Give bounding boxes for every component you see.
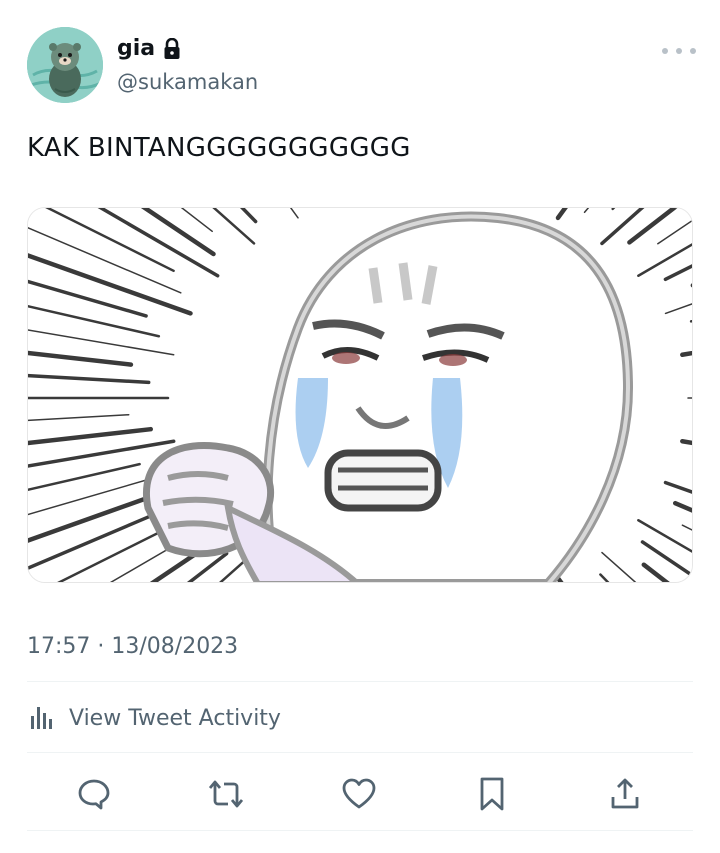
- author-handle[interactable]: @sukamakan: [117, 70, 258, 94]
- lock-icon: [163, 37, 181, 60]
- divider: [27, 752, 693, 753]
- retweet-icon: [208, 780, 244, 808]
- share-button[interactable]: [605, 770, 645, 818]
- dot-icon: [662, 48, 668, 54]
- tweet-timestamp[interactable]: 17:57 · 13/08/2023: [27, 634, 238, 659]
- more-options-icon[interactable]: [662, 42, 696, 60]
- heart-icon: [342, 778, 376, 809]
- tweet-action-bar: [0, 770, 720, 818]
- divider: [27, 830, 693, 831]
- dot-icon: [676, 48, 682, 54]
- bookmark-button[interactable]: [472, 770, 512, 818]
- bookmark-icon: [480, 777, 504, 811]
- speech-bubble-icon: [78, 779, 110, 810]
- dot-icon: [690, 48, 696, 54]
- reply-button[interactable]: [74, 770, 114, 818]
- crying-meme-face-image: [28, 208, 692, 582]
- otter-avatar-icon: [27, 27, 103, 103]
- retweet-button[interactable]: [206, 770, 246, 818]
- bar-chart-icon: [27, 702, 57, 735]
- author-name-row[interactable]: gia: [117, 36, 181, 61]
- view-tweet-activity-label[interactable]: View Tweet Activity: [69, 706, 281, 731]
- share-icon: [611, 778, 639, 809]
- avatar[interactable]: [27, 27, 103, 103]
- like-button[interactable]: [339, 770, 379, 818]
- display-name[interactable]: gia: [117, 36, 155, 61]
- divider: [27, 681, 693, 682]
- tweet-text: KAK BINTANGGGGGGGGGGG: [27, 133, 411, 163]
- tweet-media[interactable]: [27, 207, 693, 583]
- view-tweet-activity-link[interactable]: View Tweet Activity: [27, 702, 281, 735]
